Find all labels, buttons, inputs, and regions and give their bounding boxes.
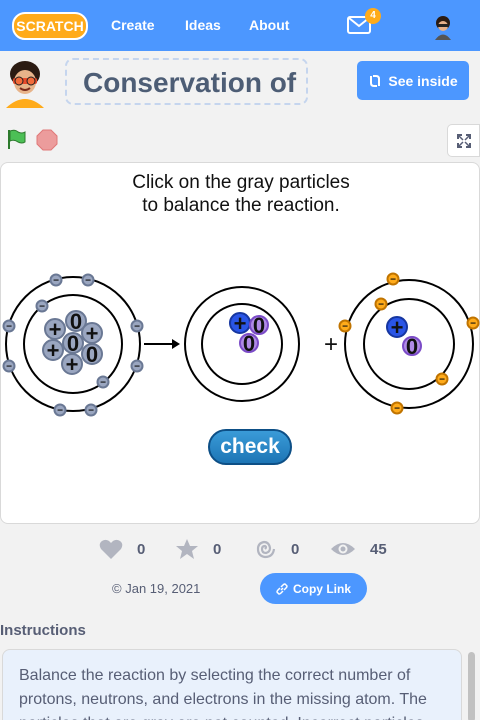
svg-text:−: − — [342, 322, 348, 333]
atom3-electron-3[interactable]: − — [466, 316, 480, 330]
share-date-text: Jan 19, 2021 — [125, 581, 201, 596]
svg-text:−: − — [394, 404, 400, 415]
svg-text:−: − — [6, 322, 12, 333]
favorites-stat[interactable]: 0 — [175, 538, 221, 560]
atom1-electron-0[interactable]: − — [49, 273, 63, 287]
svg-text:−: − — [134, 322, 140, 333]
svg-text:0: 0 — [243, 331, 255, 356]
svg-text:−: − — [470, 319, 476, 330]
nav-about[interactable]: About — [249, 17, 289, 33]
copyright-icon: © — [112, 581, 122, 596]
views-stat: 45 — [330, 538, 387, 560]
atom1-electron-1[interactable]: − — [81, 273, 95, 287]
atom3-electron-1[interactable]: − — [374, 297, 388, 311]
logo-text: SCRATCH — [16, 18, 83, 34]
svg-text:−: − — [88, 406, 94, 417]
svg-text:−: − — [390, 275, 396, 286]
messages-count-badge: 4 — [365, 8, 381, 24]
atom3-neutron[interactable]: 0 — [402, 334, 422, 359]
instructions-heading: Instructions — [0, 622, 86, 639]
see-inside-button[interactable]: See inside — [357, 61, 469, 100]
svg-text:+: + — [47, 338, 60, 363]
instructions-scroll-thumb[interactable] — [468, 652, 475, 720]
check-button[interactable]: check — [208, 429, 292, 465]
remixes-count: 0 — [291, 540, 300, 558]
favorites-count: 0 — [213, 540, 222, 558]
stop-icon[interactable] — [36, 129, 58, 151]
svg-text:−: − — [6, 362, 12, 373]
share-date: © Jan 19, 2021 — [112, 581, 200, 596]
svg-text:−: − — [85, 276, 91, 287]
instructions-text: Balance the reaction by selecting the co… — [2, 649, 462, 720]
svg-text:+: + — [391, 315, 404, 340]
atom1-electron-4[interactable]: − — [130, 319, 144, 333]
atom1-nucleus-particle-5[interactable]: 0 — [81, 342, 103, 367]
atom3-electron-4[interactable]: − — [435, 372, 449, 386]
atom1-electron-8[interactable]: − — [53, 403, 67, 417]
atom3-electron-0[interactable]: − — [386, 272, 400, 286]
atom1-nucleus-particle-6[interactable]: + — [61, 352, 83, 377]
svg-text:0: 0 — [86, 342, 98, 367]
svg-text:−: − — [53, 276, 59, 287]
remix-arrows-icon — [370, 74, 381, 87]
reaction-arrow-head — [172, 339, 180, 349]
atom1-nucleus-particle-4[interactable]: + — [42, 338, 64, 363]
atom1-electron-3[interactable]: − — [2, 319, 16, 333]
svg-text:−: − — [378, 300, 384, 311]
remix-spiral-icon — [256, 540, 276, 559]
svg-text:+: + — [66, 352, 79, 377]
copy-link-button[interactable]: Copy Link — [260, 573, 367, 604]
loves-count: 0 — [137, 540, 146, 558]
fullscreen-button[interactable] — [447, 124, 480, 157]
nav-create[interactable]: Create — [111, 17, 155, 33]
project-stage[interactable]: Click on the gray particles to balance t… — [0, 162, 480, 524]
svg-text:−: − — [100, 378, 106, 389]
atom1-electron-2[interactable]: − — [35, 299, 49, 313]
atom3-electron-5[interactable]: − — [390, 401, 404, 415]
loves-stat[interactable]: 0 — [99, 538, 145, 560]
atom1-electron-9[interactable]: − — [84, 403, 98, 417]
see-inside-label: See inside — [388, 72, 458, 89]
green-flag-icon[interactable] — [5, 128, 27, 150]
svg-text:−: − — [134, 362, 140, 373]
link-icon — [276, 582, 288, 595]
eye-icon — [331, 543, 355, 555]
star-icon — [176, 539, 198, 559]
reaction-diagram: − −−− −− −−− −0+ +0+ 0++ 00 +−−− −−−+0 — [2, 272, 480, 417]
copy-link-label: Copy Link — [292, 581, 351, 596]
svg-text:−: − — [439, 375, 445, 386]
user-avatar-icon[interactable] — [430, 14, 456, 40]
nav-ideas[interactable]: Ideas — [185, 17, 221, 33]
atom1-electron-7[interactable]: − — [96, 375, 110, 389]
remixes-stat: 0 — [253, 538, 299, 560]
reaction-plus: + — [324, 331, 338, 358]
views-count: 45 — [370, 540, 387, 558]
atom1-electron-5[interactable]: − — [2, 359, 16, 373]
svg-text:−: − — [39, 302, 45, 313]
atom1-electron-6[interactable]: − — [130, 359, 144, 373]
svg-text:−: − — [57, 406, 63, 417]
atom3-electron-2[interactable]: − — [338, 319, 352, 333]
top-nav: SCRATCH Create Ideas About 4 — [0, 0, 480, 51]
atom3-proton[interactable]: + — [386, 315, 408, 340]
owner-avatar-icon[interactable] — [2, 58, 48, 108]
project-title-input[interactable]: Conservation of — [65, 58, 308, 105]
heart-icon — [99, 539, 123, 559]
fullscreen-icon — [456, 133, 471, 148]
scratch-logo[interactable]: SCRATCH — [12, 12, 88, 40]
svg-text:0: 0 — [406, 334, 418, 359]
